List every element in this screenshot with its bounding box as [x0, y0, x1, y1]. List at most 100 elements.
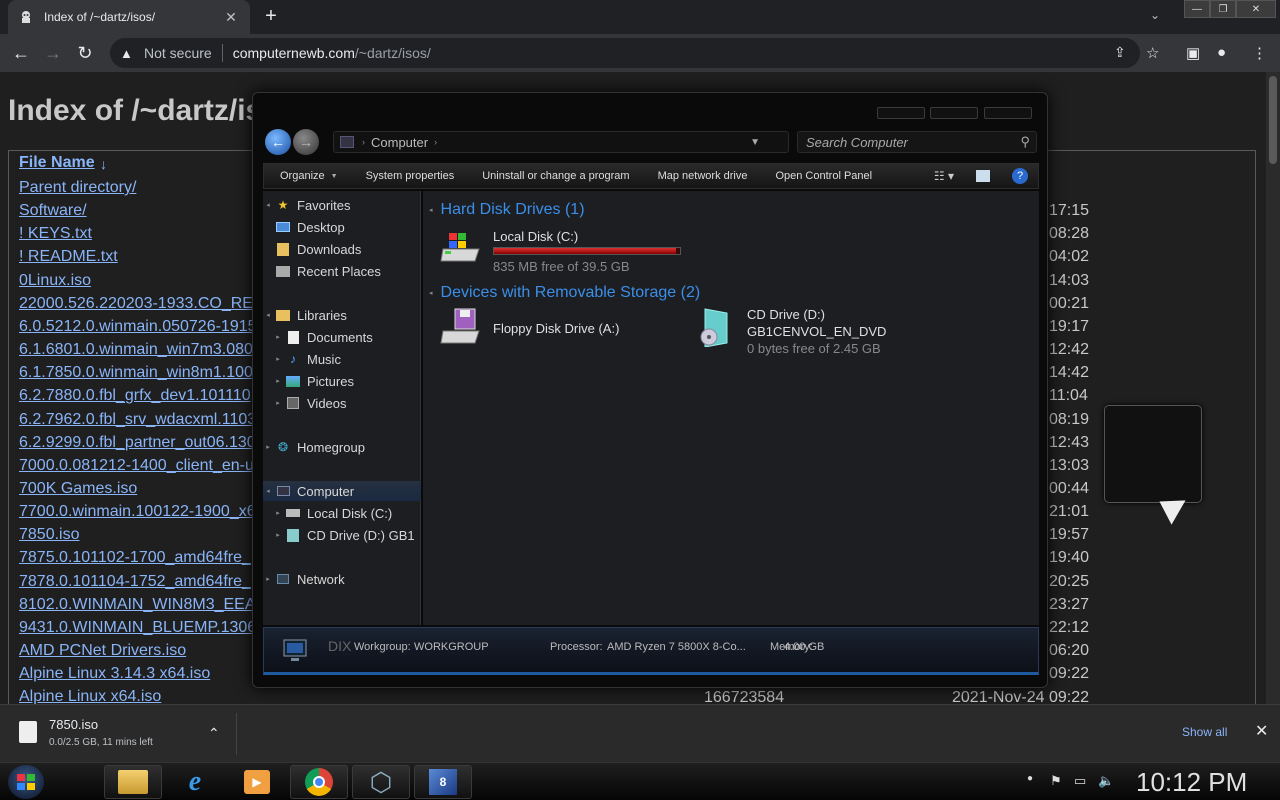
expand-arrow-icon[interactable]: ▸	[273, 333, 283, 341]
taskbar-explorer-button[interactable]	[104, 765, 162, 799]
file-link[interactable]: 8102.0.WINMAIN_WIN8M3_EEA	[19, 596, 256, 614]
column-header-filename[interactable]: File Name	[19, 154, 95, 172]
preview-pane-icon[interactable]	[976, 170, 990, 182]
file-link[interactable]: 6.1.6801.0.winmain_win7m3.080	[19, 341, 253, 359]
start-button[interactable]	[8, 765, 44, 799]
address-chevron-icon[interactable]: ›	[362, 137, 365, 147]
nav-documents[interactable]: ▸ Documents	[263, 327, 421, 347]
file-link[interactable]: 6.1.7850.0.winmain_win8m1.100	[19, 364, 253, 382]
drive-cd-d[interactable]: CD Drive (D:) GB1CENVOL_EN_DVD 0 bytes f…	[693, 307, 953, 357]
file-link[interactable]: Parent directory/	[19, 179, 136, 197]
chevron-up-icon[interactable]: ⌃	[208, 725, 220, 742]
nav-downloads[interactable]: Downloads	[263, 239, 421, 259]
nav-desktop[interactable]: Desktop	[263, 217, 421, 237]
file-link[interactable]: 0Linux.iso	[19, 272, 91, 290]
tab-search-chevron-icon[interactable]: ⌄	[1150, 8, 1160, 22]
drive-floppy-a[interactable]: Floppy Disk Drive (A:)	[439, 307, 679, 353]
file-link[interactable]: 7850.iso	[19, 526, 80, 544]
profile-icon[interactable]: ●	[1217, 44, 1226, 61]
nav-pictures[interactable]: ▸ Pictures	[263, 371, 421, 391]
file-link[interactable]: 7875.0.101102-1700_amd64fre_	[19, 549, 251, 567]
explorer-maximize-button[interactable]	[930, 107, 978, 119]
organize-dropdown-icon[interactable]: ▼	[331, 173, 338, 180]
expand-arrow-icon[interactable]: ◂	[263, 487, 273, 495]
explorer-back-button[interactable]: ←	[265, 129, 291, 155]
expand-arrow-icon[interactable]: ▸	[273, 355, 283, 363]
explorer-close-button[interactable]	[984, 107, 1032, 119]
taskbar-clock[interactable]: 10:12 PM	[1136, 767, 1247, 798]
taskbar-ie-button[interactable]: e	[166, 765, 224, 799]
scrollbar-thumb[interactable]	[1269, 76, 1277, 164]
file-link[interactable]: 22000.526.220203-1933.CO_RE	[19, 295, 253, 313]
security-label[interactable]: Not secure	[144, 45, 212, 61]
sort-arrow-icon[interactable]: ↓	[100, 156, 107, 172]
tray-dot-icon[interactable]: ●	[1027, 773, 1033, 784]
taskbar-chrome-button[interactable]	[290, 765, 348, 799]
close-download-shelf-icon[interactable]: ✕	[1255, 721, 1268, 741]
expand-arrow-icon[interactable]: ▸	[273, 531, 283, 539]
forward-button[interactable]: →	[40, 40, 66, 66]
group-hard-disk-drives[interactable]: ◂ Hard Disk Drives (1)	[429, 201, 585, 219]
explorer-search-input[interactable]: Search Computer ⚲	[797, 131, 1037, 153]
expand-arrow-icon[interactable]: ▸	[273, 377, 283, 385]
address-text[interactable]: Computer	[371, 135, 428, 150]
nav-videos[interactable]: ▸ Videos	[263, 393, 421, 413]
tab-close-icon[interactable]: ✕	[222, 9, 240, 26]
page-scrollbar[interactable]	[1266, 72, 1280, 704]
nav-homegroup[interactable]: ▸ ❂ Homegroup	[263, 437, 421, 457]
address-chevron-icon[interactable]: ›	[434, 137, 437, 147]
file-link[interactable]: 6.2.9299.0.fbl_partner_out06.130	[19, 434, 256, 452]
action-center-flag-icon[interactable]: ⚑	[1050, 773, 1062, 789]
group-removable-storage[interactable]: ◂ Devices with Removable Storage (2)	[429, 284, 700, 302]
expand-arrow-icon[interactable]: ▸	[273, 399, 283, 407]
file-link[interactable]: AMD PCNet Drivers.iso	[19, 642, 186, 660]
bookmark-star-icon[interactable]: ☆	[1146, 44, 1159, 62]
explorer-address-bar[interactable]: › Computer › ▼ ⇆	[333, 131, 810, 153]
back-button[interactable]: ←	[8, 40, 34, 66]
file-link[interactable]: Alpine Linux x64.iso	[19, 688, 161, 704]
file-link[interactable]: ! README.txt	[19, 248, 118, 266]
side-panel-icon[interactable]: ▣	[1186, 44, 1200, 62]
file-link[interactable]: 6.0.5212.0.winmain.050726-1915	[19, 318, 257, 336]
file-link[interactable]: Alpine Linux 3.14.3 x64.iso	[19, 665, 210, 683]
search-icon[interactable]: ⚲	[1020, 134, 1030, 150]
close-window-button[interactable]: ✕	[1236, 0, 1276, 18]
restore-button[interactable]: ❐	[1210, 0, 1236, 18]
menu-kebab-icon[interactable]: ⋮	[1252, 44, 1267, 62]
open-control-panel-button[interactable]: Open Control Panel	[775, 170, 872, 182]
map-network-drive-button[interactable]: Map network drive	[658, 170, 748, 182]
nav-cd-drive[interactable]: ▸ CD Drive (D:) GB1	[263, 525, 421, 545]
explorer-minimize-button[interactable]	[877, 107, 925, 119]
file-link[interactable]: 7878.0.101104-1752_amd64fre_	[19, 573, 251, 591]
expand-arrow-icon[interactable]: ▸	[273, 509, 283, 517]
expand-arrow-icon[interactable]: ▸	[263, 443, 273, 451]
nav-network[interactable]: ▸ Network	[263, 569, 421, 589]
system-properties-button[interactable]: System properties	[366, 170, 455, 182]
share-icon[interactable]: ⇪	[1114, 44, 1126, 61]
organize-button[interactable]: Organize	[280, 170, 325, 182]
help-icon[interactable]: ?	[1012, 168, 1028, 184]
uninstall-program-button[interactable]: Uninstall or change a program	[482, 170, 629, 182]
url-host[interactable]: computernewb.com	[233, 45, 355, 61]
reload-button[interactable]: ↻	[72, 40, 98, 66]
file-link[interactable]: 6.2.7962.0.fbl_srv_wdacxml.1103	[19, 411, 256, 429]
file-link[interactable]: 7000.0.081212-1400_client_en-u	[19, 457, 254, 475]
show-all-button[interactable]: Show all	[1182, 725, 1227, 739]
file-link[interactable]: Software/	[19, 202, 87, 220]
taskbar-thumbnail-preview[interactable]	[1104, 405, 1202, 503]
taskbar-virtualbox-button[interactable]: ⬡	[352, 765, 410, 799]
expand-arrow-icon[interactable]: ◂	[263, 311, 273, 319]
file-link[interactable]: 7700.0.winmain.100122-1900_x6	[19, 503, 256, 521]
explorer-forward-button[interactable]: →	[293, 129, 319, 155]
nav-music[interactable]: ▸ ♪ Music	[263, 349, 421, 369]
volume-muted-icon[interactable]: 🔈	[1098, 773, 1114, 789]
taskbar-media-player-button[interactable]: ▶	[228, 765, 286, 799]
file-link[interactable]: 6.2.7880.0.fbl_grfx_dev1.101110	[19, 387, 251, 405]
nav-libraries[interactable]: ◂ Libraries	[263, 305, 421, 325]
taskbar-win8-app-button[interactable]: 8	[414, 765, 472, 799]
nav-favorites[interactable]: ◂ ★ Favorites	[263, 195, 421, 215]
file-link[interactable]: 700K Games.iso	[19, 480, 137, 498]
nav-computer[interactable]: ◂ Computer	[263, 481, 421, 501]
file-link[interactable]: 9431.0.WINMAIN_BLUEMP.1306	[19, 619, 256, 637]
drive-local-disk-c[interactable]: Local Disk (C:) 835 MB free of 39.5 GB	[439, 227, 699, 274]
